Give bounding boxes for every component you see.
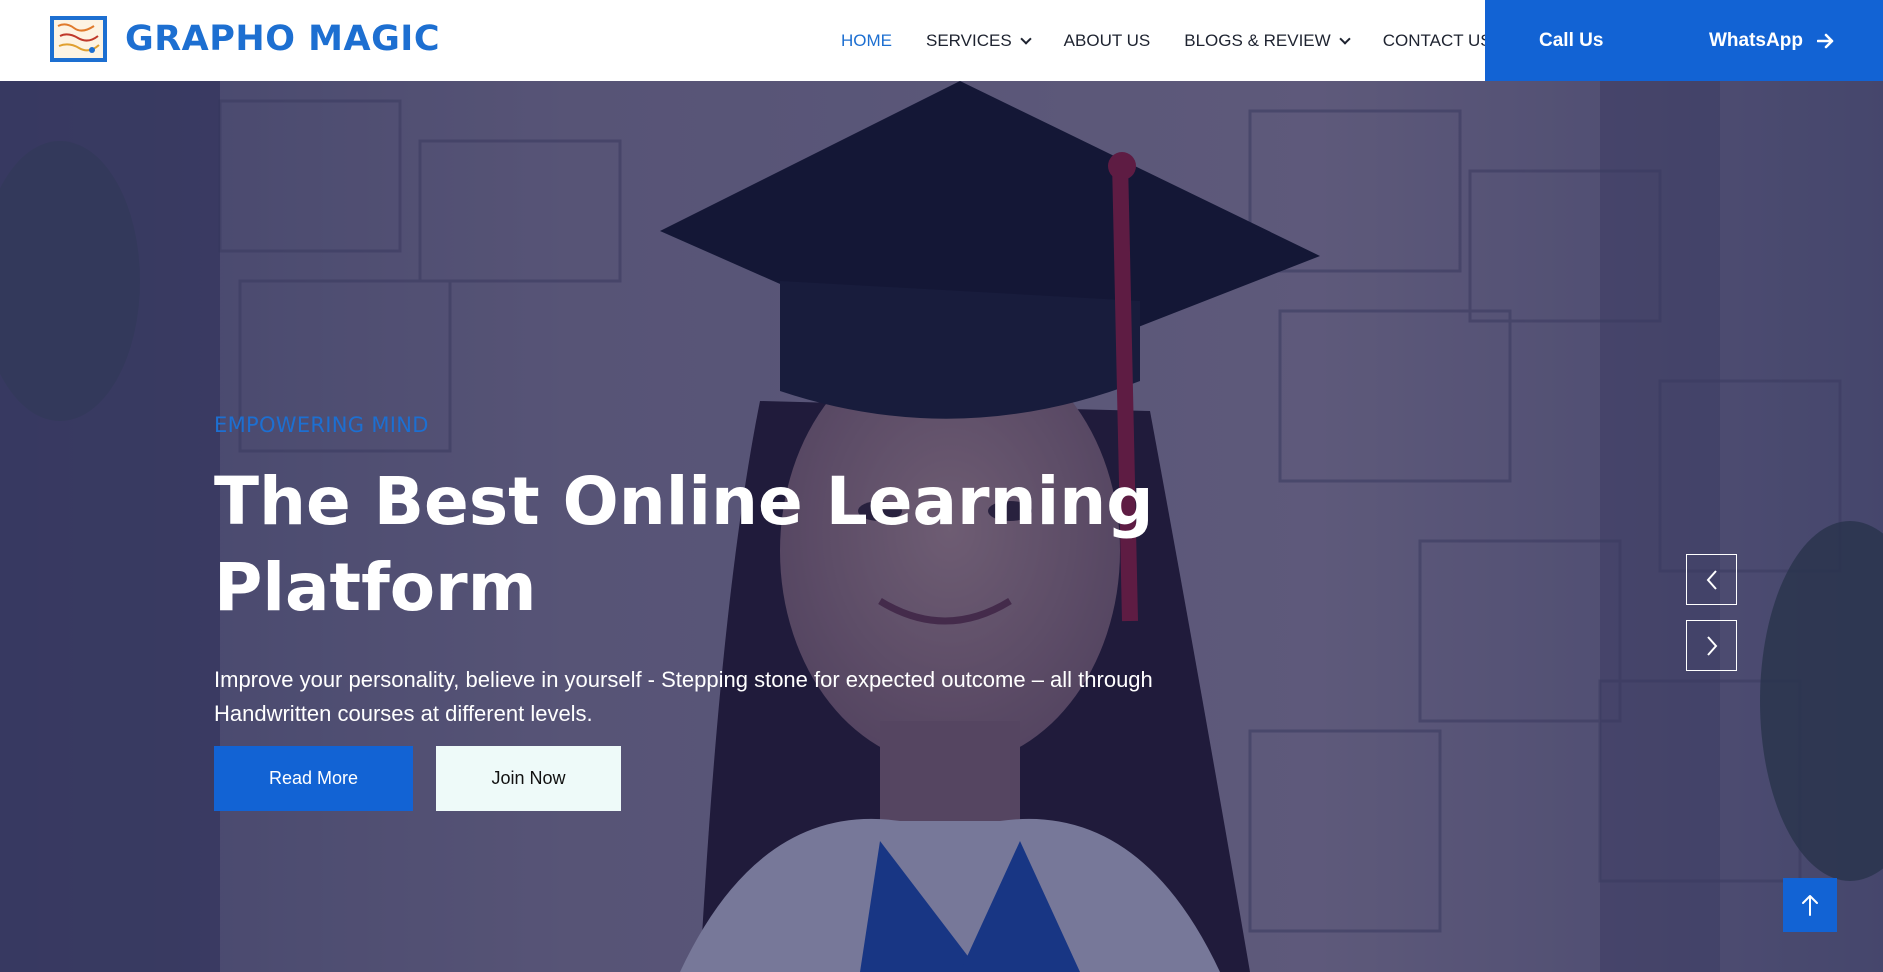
chevron-down-icon xyxy=(1339,32,1351,45)
nav-item-contact-us[interactable]: CONTACT US xyxy=(1383,31,1492,51)
brand-name: GRAPHO MAGIC xyxy=(125,19,441,59)
arrow-up-icon xyxy=(1802,895,1818,916)
nav-item-about-us[interactable]: ABOUT US xyxy=(1064,31,1151,51)
hero-title: The Best Online Learning Platform xyxy=(214,463,1154,626)
chevron-right-icon xyxy=(1706,635,1717,656)
chevron-down-icon xyxy=(1020,32,1032,45)
read-more-button[interactable]: Read More xyxy=(214,746,413,811)
site-header: GRAPHO MAGIC HOME SERVICES ABOUT US BLOG… xyxy=(0,0,1883,81)
nav-item-label: HOME xyxy=(841,30,892,50)
hero-eyebrow: EMPOWERING MIND xyxy=(214,413,429,437)
nav-item-label: ABOUT US xyxy=(1063,30,1151,50)
grapho-magic-logo xyxy=(50,16,107,62)
nav-item-label: CONTACT US xyxy=(1382,30,1492,50)
nav-item-blogs-review[interactable]: BLOGS & REVIEW xyxy=(1184,30,1351,51)
scroll-to-top-button[interactable] xyxy=(1783,878,1837,932)
whatsapp-button[interactable]: WhatsApp xyxy=(1709,30,1835,52)
brand-link[interactable]: GRAPHO MAGIC xyxy=(50,16,440,62)
carousel-next-button[interactable] xyxy=(1686,620,1737,671)
nav-item-home[interactable]: HOME xyxy=(841,31,892,51)
nav-item-label: BLOGS & REVIEW xyxy=(1184,30,1331,50)
arrow-right-icon xyxy=(1816,33,1835,49)
hero-section: EMPOWERING MIND The Best Online Learning… xyxy=(0,81,1883,972)
whatsapp-label: WhatsApp xyxy=(1709,29,1803,51)
cta-bar: Call Us WhatsApp xyxy=(1485,0,1883,81)
nav-item-label: SERVICES xyxy=(926,30,1012,50)
hero-description: Improve your personality, believe in you… xyxy=(214,667,1153,726)
chevron-left-icon xyxy=(1706,569,1717,590)
carousel-prev-button[interactable] xyxy=(1686,554,1737,605)
join-now-button[interactable]: Join Now xyxy=(436,746,621,811)
call-us-button[interactable]: Call Us xyxy=(1539,30,1603,52)
main-nav: HOME SERVICES ABOUT US BLOGS & REVIEW CO… xyxy=(841,0,1526,81)
nav-item-services[interactable]: SERVICES xyxy=(926,30,1032,51)
